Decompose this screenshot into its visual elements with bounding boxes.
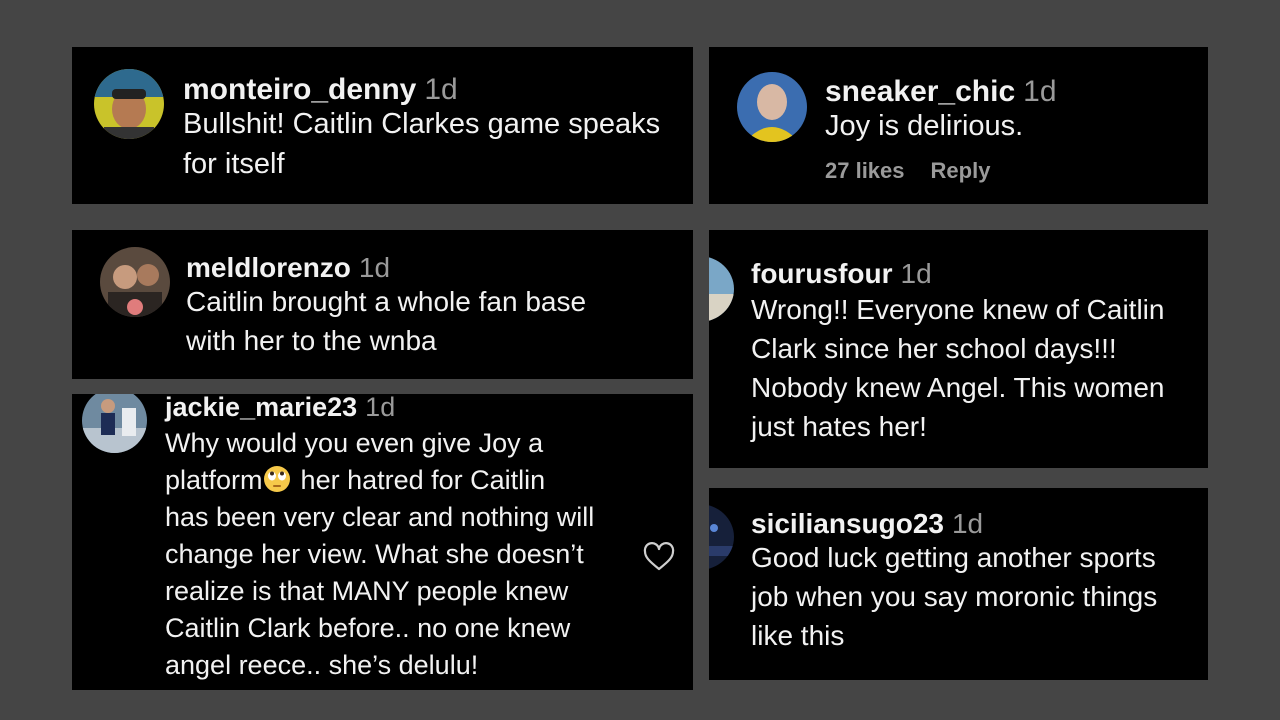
comment-text: Joy is delirious. (825, 110, 1024, 142)
comment-text-part2: her hatred for Caitlin has been very cle… (165, 465, 595, 680)
timestamp: 1d (365, 394, 396, 422)
comment-text: Good luck getting another sports job whe… (751, 542, 1158, 651)
username[interactable]: siciliansugo23 (751, 508, 944, 539)
timestamp: 1d (900, 258, 932, 289)
comment-card: siciliansugo23 1d Good luck getting anoth… (709, 488, 1208, 680)
comment-card: jackie_marie23 1d Why would you even give… (72, 394, 693, 690)
timestamp: 1d (1023, 75, 1057, 108)
timestamp: 1d (424, 73, 458, 106)
timestamp: 1d (358, 252, 391, 283)
username[interactable]: sneaker_chic (825, 75, 1015, 108)
username[interactable]: monteiro_denny (183, 73, 416, 106)
username[interactable]: meldlorenzo (186, 252, 351, 283)
timestamp: 1d (951, 508, 984, 539)
user-avatar[interactable] (709, 504, 734, 570)
comment-card: monteiro_denny 1d Bullshit! Caitlin Clark… (72, 47, 693, 204)
comment-card: meldlorenzo 1d Caitlin brought a whole fa… (72, 230, 693, 379)
username[interactable]: fourusfour (751, 258, 893, 289)
user-avatar[interactable] (737, 72, 807, 142)
comment-actions: 27 likes Reply (825, 158, 1057, 184)
comment-text: Wrong!! Everyone knew of Caitlin Clark s… (751, 294, 1165, 442)
username[interactable]: jackie_marie23 (165, 394, 357, 422)
comment-card: fourusfour 1d Wrong!! Everyone knew of Ca… (709, 230, 1208, 468)
comment-text: Why would you even give Joy a platform he… (165, 425, 594, 684)
user-avatar[interactable] (100, 247, 170, 317)
user-avatar[interactable] (94, 69, 164, 139)
user-avatar[interactable] (82, 394, 147, 453)
eye-roll-emoji (263, 465, 291, 493)
heart-icon[interactable] (643, 542, 675, 572)
reply-button[interactable]: Reply (931, 158, 991, 183)
comment-card: sneaker_chic 1d Joy is delirious. 27 like… (709, 47, 1208, 204)
likes-count[interactable]: 27 likes (825, 158, 905, 183)
comment-text: Caitlin brought a whole fan base with he… (186, 286, 587, 356)
comment-text: Bullshit! Caitlin Clarkes game speaks fo… (183, 108, 661, 180)
user-avatar[interactable] (709, 256, 734, 322)
